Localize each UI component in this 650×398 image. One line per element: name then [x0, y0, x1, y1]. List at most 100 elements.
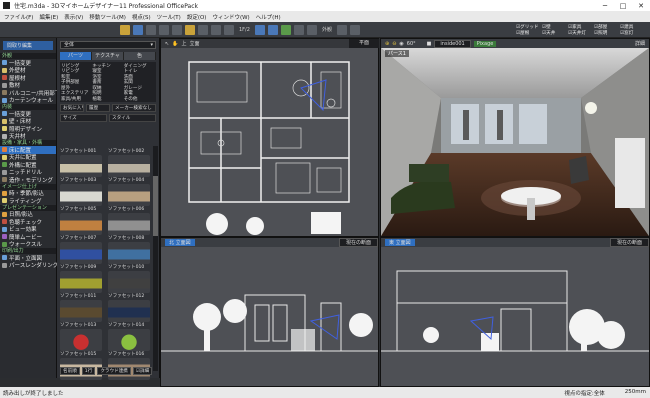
category-item[interactable]: 家具/共用 — [61, 96, 92, 101]
perspective-view[interactable]: ⊕ ⊖ ◉ 60° ■ inside001 Pixage 詳細 パース1 — [380, 38, 650, 237]
select-icon[interactable] — [172, 24, 182, 35]
catalog-item[interactable]: ソファセット010 — [108, 265, 150, 294]
floor-up-icon[interactable] — [254, 24, 265, 35]
zoom-in-icon[interactable]: ⊕ — [385, 41, 389, 47]
catalog-item[interactable]: ソファセット008 — [108, 236, 150, 265]
pixage-button[interactable]: Pixage — [473, 40, 497, 47]
close-button[interactable]: ✕ — [632, 2, 650, 10]
history-button[interactable]: 履歴 — [86, 104, 110, 112]
catalog-item[interactable]: ソファセット011 — [60, 294, 102, 323]
check-ceiling[interactable]: ☑天井 — [542, 30, 568, 36]
door-icon[interactable] — [211, 24, 221, 35]
catalog-item[interactable]: ソファセット004 — [108, 178, 150, 207]
minimize-button[interactable]: ─ — [596, 2, 614, 10]
catalog-item[interactable]: ソファセット006 — [108, 207, 150, 236]
room-icon[interactable] — [185, 24, 195, 35]
up-button[interactable]: 上 — [181, 40, 186, 47]
check-ceiling-light[interactable]: ☑天井灯 — [568, 30, 594, 36]
catalog-item[interactable]: ソファセット013 — [60, 323, 102, 352]
check-roof[interactable]: ☑屋根 — [516, 30, 542, 36]
tab-texture[interactable]: テクスチャ — [92, 52, 124, 60]
maker-search-dropdown[interactable]: メーカー検索なし — [112, 104, 156, 112]
catalog-item[interactable]: ソファセット001 — [60, 149, 102, 178]
elevation-view-north[interactable]: 北 立面図 現在の断面 — [160, 237, 379, 387]
undo-icon[interactable] — [146, 24, 156, 35]
redo-icon[interactable] — [159, 24, 169, 35]
walk-icon[interactable] — [306, 24, 317, 35]
wall-icon[interactable] — [198, 24, 208, 35]
maximize-button[interactable]: □ — [614, 2, 632, 10]
floor-selector[interactable]: 1F/2 — [237, 27, 252, 33]
left-panel: 間取り編集 外観 一括変更 外壁材 屋根材 敷材 バルコニー/共用部下 カーテン… — [0, 38, 60, 378]
plan-badge[interactable]: 平面 — [349, 39, 379, 48]
catalog-scrollbar[interactable] — [153, 146, 158, 371]
floor-down-icon[interactable] — [267, 24, 278, 35]
size-dropdown[interactable]: サイズ — [60, 114, 107, 122]
menu-move-tool[interactable]: 移動ツール(M) — [89, 13, 126, 21]
elevation-button[interactable]: 立面 — [189, 40, 199, 47]
detail-button[interactable]: 詳細 — [635, 40, 649, 47]
sort-dropdown[interactable]: 名前順 — [60, 367, 80, 375]
menu-bar: ファイル(F) 編集(E) 表示(V) 移動ツール(M) 視点(S) ツール(T… — [0, 11, 650, 22]
section-dropdown[interactable]: 現在の断面 — [609, 238, 649, 247]
elevation-tab-north[interactable]: 北 立面図 — [165, 239, 195, 246]
check-window-light[interactable]: ☑窓灯 — [620, 30, 646, 36]
cloud-link-button[interactable]: クラウド連携 — [97, 367, 131, 375]
save-icon[interactable] — [133, 24, 143, 35]
sun-icon[interactable] — [336, 24, 347, 35]
exterior-button[interactable]: 外観 — [320, 26, 334, 33]
plan-view[interactable]: ↖ ✋ 上 立面 平面 — [160, 38, 379, 237]
elevation-view-east[interactable]: 東 立面図 現在の断面 — [380, 237, 650, 387]
menu-tools[interactable]: ツール(T) — [157, 13, 181, 21]
catalog-item[interactable]: ソファセット005 — [60, 207, 102, 236]
hand-icon[interactable]: ✋ — [172, 41, 178, 47]
tab-parts[interactable]: パーツ — [60, 52, 92, 60]
menu-file[interactable]: ファイル(F) — [4, 13, 33, 21]
detail-checkbox[interactable]: ☑詳細 — [132, 367, 153, 375]
menu-window[interactable]: ウィンドウ(W) — [212, 13, 249, 21]
light-icon[interactable] — [349, 24, 360, 35]
catalog-item[interactable]: ソファセット014 — [108, 323, 150, 352]
render-icon[interactable] — [280, 24, 291, 35]
catalog-item[interactable]: ソファセット007 — [60, 236, 102, 265]
eye-icon[interactable]: ◉ — [399, 41, 403, 47]
sidebar-item-ceiling[interactable]: 天井材 — [0, 133, 56, 140]
tab-color[interactable]: 色 — [124, 52, 156, 60]
status-scale: 250mm — [624, 388, 646, 395]
menu-view[interactable]: 表示(V) — [64, 13, 83, 21]
catalog-item[interactable]: ソファセット009 — [60, 265, 102, 294]
category-grid: リビング キッチン ダイニング リビング 寝室 トイレ 和室 浴室 洗面 子供部… — [60, 62, 156, 102]
window-icon[interactable] — [224, 24, 234, 35]
sidebar-item-modeling[interactable]: 造作・モデリング — [0, 176, 56, 184]
section-dropdown[interactable]: 現在の断面 — [338, 238, 378, 247]
category-item[interactable]: その他 — [124, 96, 155, 101]
catalog-item[interactable]: ソファセット003 — [60, 178, 102, 207]
sidebar-item-curtain-wall[interactable]: カーテンウォール — [0, 97, 56, 104]
camera-icon[interactable]: ■ — [427, 41, 432, 47]
category-dropdown[interactable]: 全体 ▾ — [60, 41, 156, 49]
arrow-icon[interactable]: ↖ — [165, 41, 169, 47]
catalog-item[interactable]: ソファセット002 — [108, 149, 150, 178]
open-icon[interactable] — [120, 24, 130, 35]
catalog-item[interactable]: ソファセット012 — [108, 294, 150, 323]
columns-dropdown[interactable]: 1行 — [81, 367, 96, 375]
category-item[interactable]: 植栽 — [92, 96, 123, 101]
angle-value[interactable]: 60° — [407, 41, 416, 47]
menu-edit[interactable]: 編集(E) — [39, 13, 58, 21]
thumbnail-grid: ソファセット001 ソファセット002 ソファセット003 ソファセット004 … — [60, 149, 150, 381]
favorites-button[interactable]: お気に入り — [60, 104, 84, 112]
sidebar-item-perspective[interactable]: パースレンダリング — [0, 262, 58, 269]
sidebar-item-lighting[interactable]: ライティング — [0, 197, 56, 205]
menu-settings[interactable]: 設定(O) — [187, 13, 207, 21]
zoom-out-icon[interactable]: ⊖ — [392, 41, 396, 47]
layout-edit-button[interactable]: 間取り編集 — [3, 41, 53, 50]
check-lighting[interactable]: ☑照明 — [594, 30, 620, 36]
elevation-tab-east[interactable]: 東 立面図 — [385, 239, 415, 246]
viewpoint-dropdown[interactable]: inside001 — [434, 39, 471, 48]
menu-viewpoint[interactable]: 視点(S) — [132, 13, 151, 21]
style-dropdown[interactable]: スタイル — [109, 114, 156, 122]
menu-help[interactable]: ヘルプ(H) — [256, 13, 281, 21]
east-elevation-drawing — [381, 247, 649, 386]
camera-icon[interactable] — [293, 24, 304, 35]
sidebar-item-walkthrough[interactable]: ウォークスル — [0, 241, 56, 248]
